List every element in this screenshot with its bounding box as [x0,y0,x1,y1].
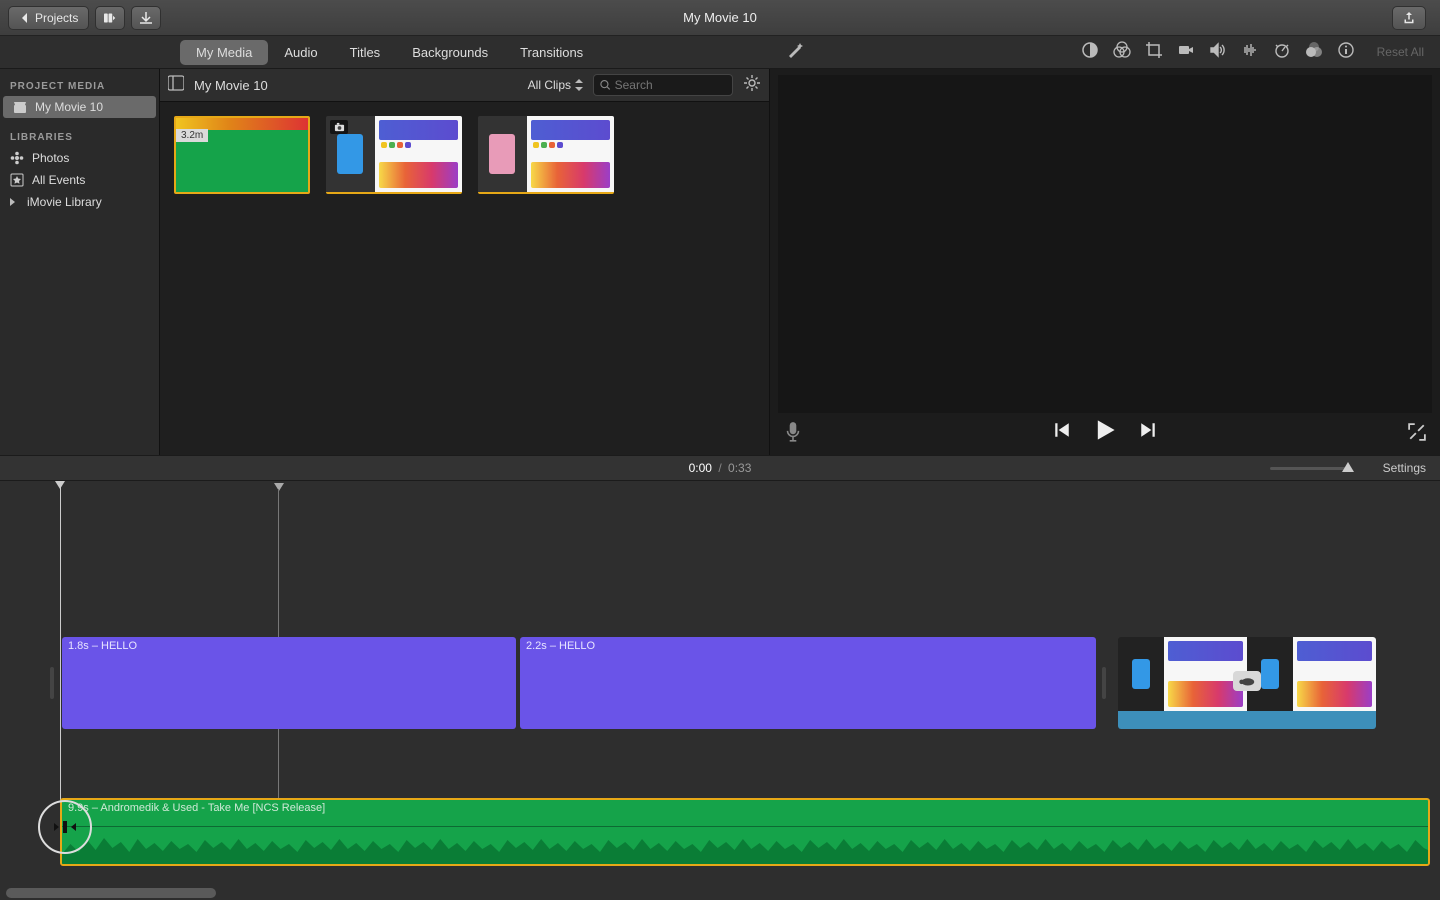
voiceover-button[interactable] [784,421,802,448]
sidebar-item-all-events[interactable]: All Events [0,169,159,191]
clip-audio-waveform [1118,711,1376,729]
search-field[interactable] [593,74,733,96]
title-clip[interactable]: 2.2s – HELLO [520,637,1096,729]
preview-viewer[interactable] [778,75,1432,413]
projects-back-button[interactable]: Projects [8,6,89,30]
time-separator: / [718,461,721,475]
share-button[interactable] [1392,6,1426,30]
thumbnail-grid: 3.2m [160,102,769,455]
color-balance-button[interactable] [1081,41,1099,64]
download-arrow-icon [140,12,152,24]
title-clip-label: 1.8s – HELLO [68,640,137,652]
filters-button[interactable] [1305,41,1323,64]
audio-waveform [62,830,1428,864]
tool-tabs-row: My Media Audio Titles Backgrounds Transi… [0,36,1440,69]
photos-flower-icon [10,151,24,165]
current-time: 0:00 [689,461,712,475]
sidebar-project-label: My Movie 10 [35,100,103,114]
search-icon [600,79,611,91]
sidebar-all-events-label: All Events [32,173,85,187]
clapperboard-icon [13,100,27,114]
middle-section: PROJECT MEDIA My Movie 10 LIBRARIES Phot… [0,69,1440,455]
video-clip-thumbnail[interactable] [326,116,462,194]
timeline[interactable]: 1.8s – HELLO 2.2s – HELLO 9.9s – Androme… [0,481,1440,900]
zoom-slider[interactable] [1270,467,1350,470]
layout-columns-icon [104,12,116,24]
sidebar: PROJECT MEDIA My Movie 10 LIBRARIES Phot… [0,69,160,455]
window-title: My Movie 10 [683,10,757,25]
next-button[interactable] [1139,421,1157,444]
sidebar-library-label: iMovie Library [27,195,102,209]
slow-motion-badge-icon [1233,671,1261,691]
audio-clip-thumbnail[interactable]: 3.2m [174,116,310,194]
title-clip[interactable]: 1.8s – HELLO [62,637,516,729]
video-clip-thumbnail[interactable] [478,116,614,194]
fullscreen-button[interactable] [1408,423,1426,446]
star-box-icon [10,173,24,187]
panel-toggle-button[interactable] [168,75,184,96]
time-display: 0:00 / 0:33 [689,461,752,475]
audio-clip-label: 9.9s – Andromedik & Used - Take Me [NCS … [68,802,325,814]
horizontal-scrollbar[interactable] [6,888,216,898]
sidebar-item-imovie-library[interactable]: iMovie Library [0,191,159,213]
sidebar-header-project-media: PROJECT MEDIA [0,75,159,96]
viewer-panel [770,69,1440,455]
share-icon [1403,12,1415,24]
audio-duration-badge: 3.2m [176,129,208,142]
title-clip-label: 2.2s – HELLO [526,640,595,652]
tab-backgrounds[interactable]: Backgrounds [396,40,504,65]
stabilization-button[interactable] [1177,41,1195,64]
browser-project-name: My Movie 10 [194,78,268,93]
reset-all-button[interactable]: Reset All [1377,45,1424,59]
browser-settings-button[interactable] [743,74,761,97]
tab-transitions[interactable]: Transitions [504,40,599,65]
volume-button[interactable] [1209,41,1227,64]
playback-controls [1053,418,1157,447]
color-correction-button[interactable] [1113,41,1131,64]
info-button[interactable] [1337,41,1355,64]
skimmer-head-icon [274,483,284,491]
titlebar: Projects My Movie 10 [0,0,1440,36]
chevron-left-icon [19,12,31,24]
play-button[interactable] [1093,418,1117,447]
total-duration: 0:33 [728,461,751,475]
search-input[interactable] [615,78,726,92]
import-button[interactable] [131,6,161,30]
media-browser: My Movie 10 All Clips 3.2m [160,69,770,455]
disclosure-triangle-icon [10,198,15,206]
audio-volume-line[interactable] [62,826,1428,827]
media-tabs: My Media Audio Titles Backgrounds Transi… [0,36,770,68]
video-clip[interactable] [1118,637,1376,729]
clips-filter-label: All Clips [528,78,571,92]
layout-toggle-button[interactable] [95,6,125,30]
speed-button[interactable] [1273,41,1291,64]
tab-audio[interactable]: Audio [268,40,333,65]
auto-enhance-button[interactable] [786,41,804,64]
primary-storyline: 1.8s – HELLO 2.2s – HELLO [0,637,1440,729]
sidebar-photos-label: Photos [32,151,69,165]
inspector-tool-icons: Reset All [770,36,1440,68]
projects-label: Projects [35,11,78,25]
sidebar-header-libraries: LIBRARIES [0,126,159,147]
prev-button[interactable] [1053,421,1071,444]
crop-button[interactable] [1145,41,1163,64]
noise-reduction-button[interactable] [1241,41,1259,64]
updown-chevron-icon [575,79,583,91]
viewer-controls [770,413,1440,455]
sidebar-item-photos[interactable]: Photos [0,147,159,169]
sidebar-item-project[interactable]: My Movie 10 [3,96,156,118]
audio-track-clip[interactable]: 9.9s – Andromedik & Used - Take Me [NCS … [60,798,1430,866]
browser-toolbar: My Movie 10 All Clips [160,69,769,102]
tab-titles[interactable]: Titles [334,40,397,65]
tab-my-media[interactable]: My Media [180,40,268,65]
timeline-settings-button[interactable]: Settings [1383,461,1426,475]
clips-filter-dropdown[interactable]: All Clips [528,78,583,92]
time-display-row: 0:00 / 0:33 Settings [0,455,1440,481]
